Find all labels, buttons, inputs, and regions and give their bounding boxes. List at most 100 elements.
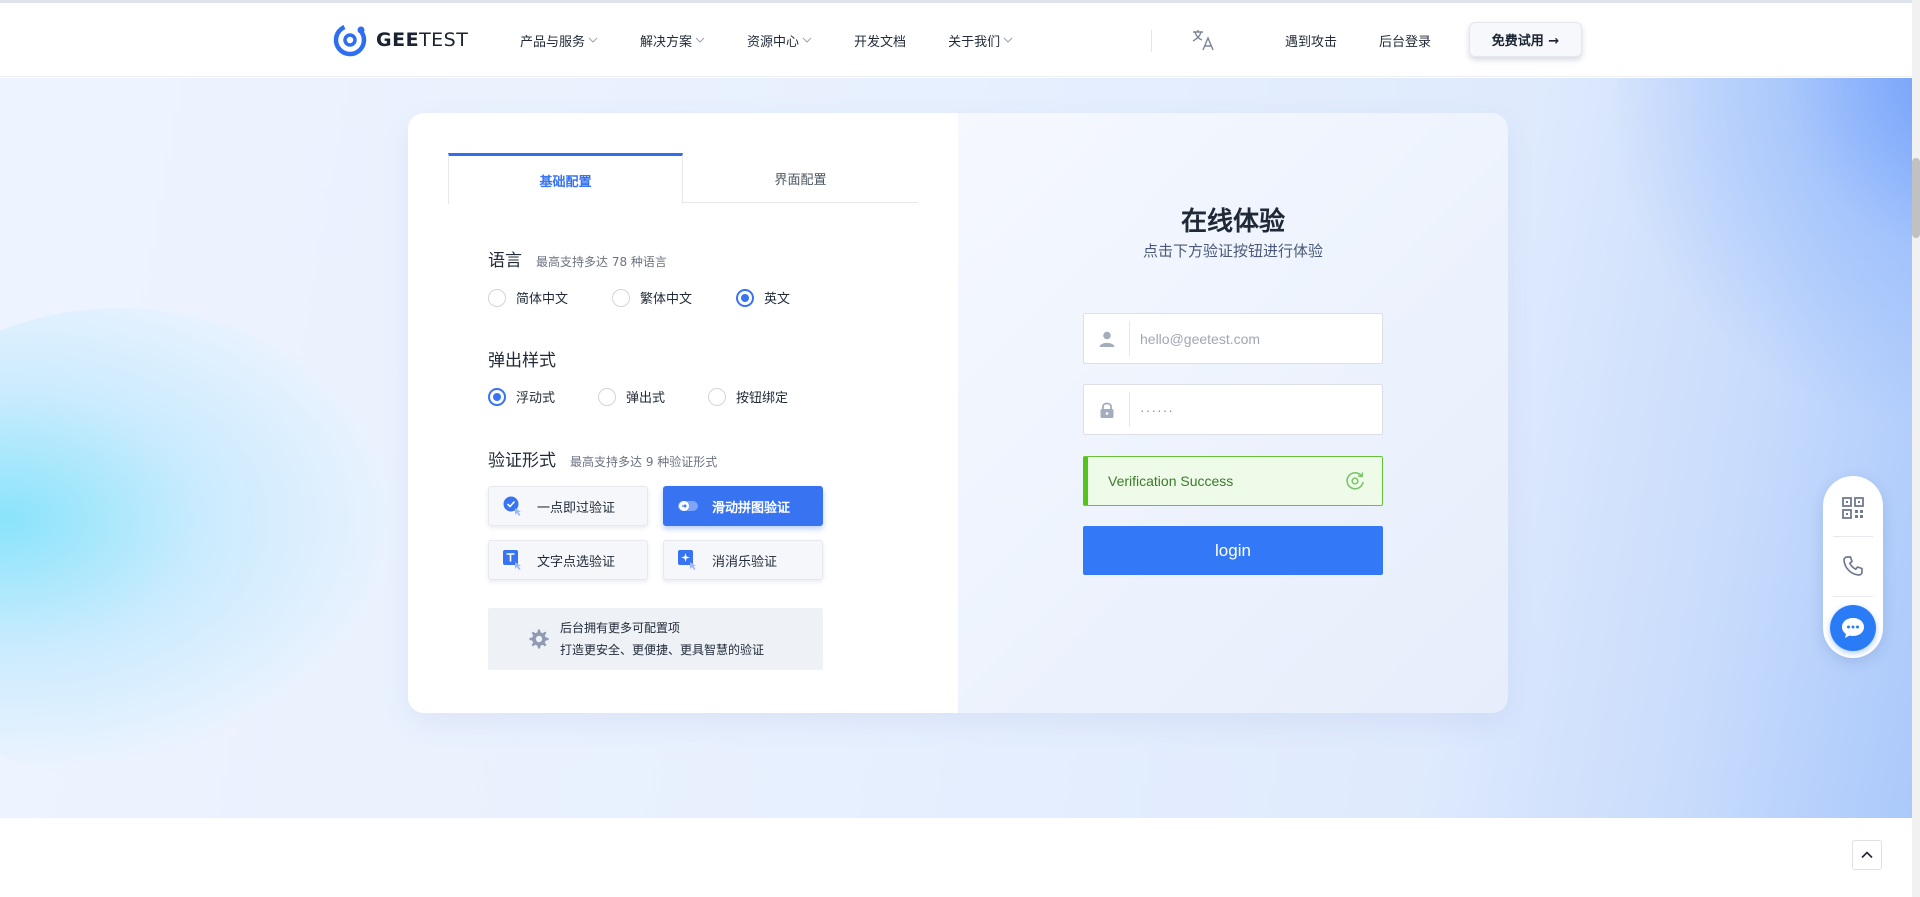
radio-label: 按钮绑定 (736, 391, 789, 406)
nav-item-docs[interactable]: 开发文档 (854, 31, 906, 50)
chevron-up-icon (1861, 851, 1873, 859)
radio-label: 浮动式 (516, 391, 556, 406)
radio-dot (612, 288, 630, 307)
chat-bubble (1830, 605, 1876, 651)
radio-popup[interactable]: 弹出式 (598, 387, 708, 406)
demo-card: 基础配置 界面配置 语言 最高支持多达 78 种语言 简体中文 繁体中文 英文 弹… (408, 113, 1508, 713)
verify-option-text-select[interactable]: 文字点选验证 (488, 540, 648, 580)
chevron-down-icon (802, 37, 812, 43)
verification-success-box[interactable]: Verification Success (1083, 456, 1383, 506)
attack-link[interactable]: 遇到攻击 (1285, 31, 1337, 50)
verify-option-match[interactable]: 消消乐验证 (663, 540, 823, 580)
password-input[interactable] (1140, 401, 1370, 418)
radio-dot (488, 288, 506, 307)
geetest-logo-icon (333, 23, 367, 57)
console-login-link[interactable]: 后台登录 (1379, 31, 1431, 50)
back-to-top-button[interactable] (1852, 840, 1882, 870)
language-subtitle: 最高支持多达 78 种语言 (536, 255, 667, 269)
radio-simplified-chinese[interactable]: 简体中文 (488, 288, 612, 307)
slide-verify-icon (678, 501, 698, 511)
chat-icon (1842, 618, 1864, 638)
verification-success-text: Verification Success (1108, 473, 1234, 489)
radio-dot (736, 288, 754, 307)
site-header: GEETEST 产品与服务 解决方案 资源中心 开发文档 关于我们 遇到攻击 后… (0, 3, 1920, 77)
float-separator (1833, 596, 1873, 597)
radio-label: 繁体中文 (640, 292, 693, 307)
lock-icon-wrap (1084, 392, 1130, 427)
verify-option-label: 一点即过验证 (537, 500, 616, 516)
nav-item-label: 关于我们 (948, 34, 1001, 50)
nav-item-resources[interactable]: 资源中心 (747, 31, 812, 50)
qrcode-button[interactable] (1823, 480, 1883, 536)
brand-name: GEETEST (376, 29, 468, 51)
hero-glow-right (1600, 78, 1920, 438)
login-button[interactable]: login (1083, 526, 1383, 575)
tab-basic-config[interactable]: 基础配置 (448, 153, 683, 204)
more-config-box: 后台拥有更多可配置项 打造更安全、更便捷、更具智慧的验证 (488, 608, 823, 670)
click-verify-icon (503, 496, 521, 516)
geetest-logo[interactable]: GEETEST (332, 20, 468, 60)
gear-icon (529, 629, 549, 649)
verify-option-label: 消消乐验证 (712, 554, 778, 570)
radio-label: 弹出式 (626, 391, 666, 406)
more-config-text: 后台拥有更多可配置项 打造更安全、更便捷、更具智慧的验证 (560, 617, 764, 661)
radio-dot (488, 387, 506, 406)
nav-divider (1151, 30, 1152, 52)
email-input[interactable] (1140, 330, 1370, 347)
floating-contact-bar (1823, 476, 1883, 658)
user-icon-wrap (1084, 321, 1130, 356)
config-panel: 基础配置 界面配置 语言 最高支持多达 78 种语言 简体中文 繁体中文 英文 弹… (408, 113, 958, 713)
verify-option-slide[interactable]: 滑动拼图验证 (663, 486, 823, 526)
nav-item-products[interactable]: 产品与服务 (520, 31, 598, 50)
password-field (1083, 384, 1383, 435)
radio-traditional-chinese[interactable]: 繁体中文 (612, 288, 736, 307)
text-select-icon (503, 550, 521, 570)
translate-icon[interactable] (1190, 27, 1216, 53)
verify-title: 验证形式 (488, 451, 556, 471)
chevron-down-icon (1003, 37, 1013, 43)
popup-title: 弹出样式 (488, 351, 556, 371)
radio-english[interactable]: 英文 (736, 288, 790, 307)
nav-item-label: 开发文档 (854, 34, 907, 50)
page-scrollbar-thumb[interactable] (1912, 158, 1920, 238)
free-trial-button[interactable]: 免费试用 → (1469, 22, 1582, 57)
language-section-title: 语言 最高支持多达 78 种语言 (488, 246, 667, 271)
phone-icon (1843, 556, 1863, 576)
nav-item-about[interactable]: 关于我们 (948, 31, 1013, 50)
chat-button[interactable] (1823, 600, 1883, 656)
user-icon (1099, 331, 1114, 347)
more-config-line-1: 后台拥有更多可配置项 (560, 621, 681, 635)
more-config-line-2: 打造更安全、更便捷、更具智慧的验证 (560, 643, 765, 657)
radio-button-bind[interactable]: 按钮绑定 (708, 387, 788, 406)
refresh-icon[interactable] (1344, 470, 1366, 492)
popup-radio-group: 浮动式 弹出式 按钮绑定 (488, 387, 788, 406)
verify-option-label: 文字点选验证 (537, 554, 616, 570)
verify-option-label: 滑动拼图验证 (712, 500, 791, 516)
popup-section-title: 弹出样式 (488, 346, 556, 371)
nav-item-label: 产品与服务 (520, 34, 586, 50)
qrcode-icon (1842, 497, 1864, 519)
verify-option-one-click[interactable]: 一点即过验证 (488, 486, 648, 526)
radio-float[interactable]: 浮动式 (488, 387, 598, 406)
match-verify-icon (678, 550, 696, 570)
radio-dot (598, 387, 616, 406)
verify-section-title: 验证形式 最高支持多达 9 种验证形式 (488, 446, 717, 471)
chevron-down-icon (695, 37, 705, 43)
tab-ui-config[interactable]: 界面配置 (683, 153, 918, 203)
language-radio-group: 简体中文 繁体中文 英文 (488, 288, 790, 307)
page-scrollbar[interactable] (1912, 0, 1920, 897)
email-field (1083, 313, 1383, 364)
lock-icon (1100, 402, 1113, 418)
nav-item-solutions[interactable]: 解决方案 (640, 31, 705, 50)
language-title: 语言 (488, 251, 522, 271)
config-tabs: 基础配置 界面配置 (448, 153, 918, 204)
chevron-down-icon (588, 37, 598, 43)
brand-name-bold: GEE (376, 29, 420, 51)
demo-subtitle: 点击下方验证按钮进行体验 (1142, 242, 1323, 260)
nav-item-label: 解决方案 (640, 34, 693, 50)
float-separator (1833, 536, 1873, 537)
radio-label: 英文 (764, 292, 791, 307)
nav-item-label: 资源中心 (747, 34, 800, 50)
main-nav: 产品与服务 解决方案 资源中心 开发文档 关于我们 (520, 3, 1055, 77)
phone-button[interactable] (1823, 538, 1883, 594)
